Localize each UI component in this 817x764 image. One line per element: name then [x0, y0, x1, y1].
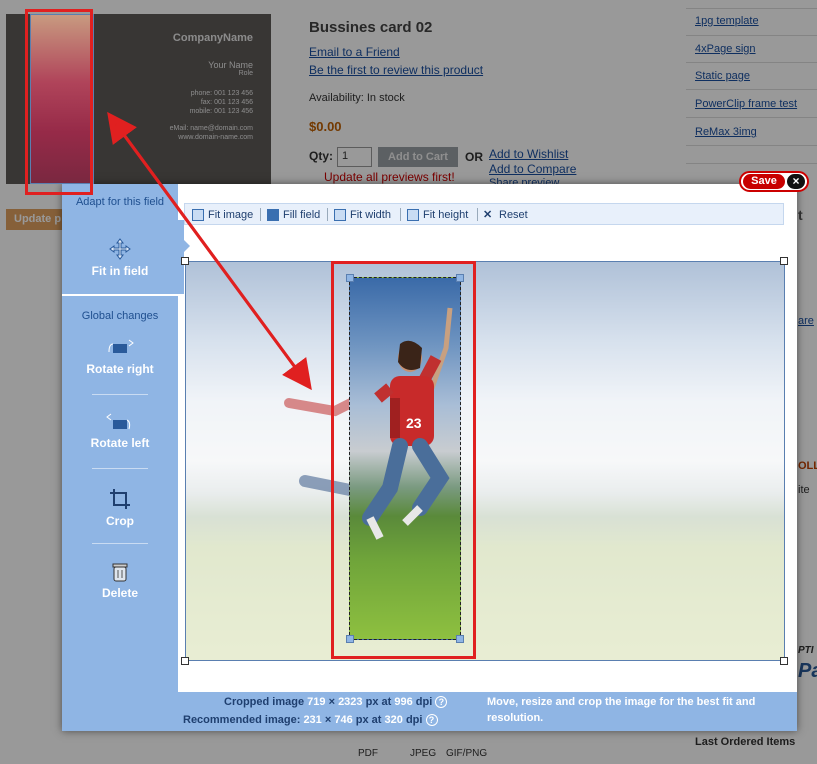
delete-button[interactable]: Delete — [62, 562, 178, 600]
cropped-info-row: Cropped image 719 × 2323 px at 996 dpi ? — [224, 694, 448, 710]
recommended-width: 231 — [303, 714, 322, 726]
cropped-height: 2323 — [338, 696, 363, 708]
fit-in-field-button[interactable]: Fit in field — [62, 238, 178, 278]
fit-image-label: Fit image — [208, 209, 254, 221]
crop-highlight-box — [331, 261, 476, 659]
fit-width-icon — [334, 209, 346, 221]
recommended-x: × — [324, 714, 332, 726]
cropped-x: × — [328, 696, 335, 708]
fill-field-icon — [267, 209, 279, 221]
move-arrows-icon — [109, 238, 131, 260]
help-icon[interactable]: ? — [425, 714, 438, 727]
card-field-highlight-box — [25, 9, 93, 195]
fit-width-label: Fit width — [350, 209, 391, 221]
recommended-dpi-label: dpi — [405, 714, 423, 726]
save-close-control: Save × — [739, 171, 809, 192]
fit-height-icon — [407, 209, 419, 221]
close-icon[interactable]: × — [787, 174, 805, 189]
fit-in-field-label: Fit in field — [91, 264, 149, 278]
rotate-left-label: Rotate left — [90, 436, 150, 450]
crop-label: Crop — [106, 514, 134, 528]
rotate-left-button[interactable]: Rotate left — [62, 412, 178, 450]
rotate-left-icon — [106, 413, 131, 430]
image-handle-top-left[interactable] — [181, 257, 189, 265]
recommended-height: 746 — [334, 714, 353, 726]
fit-width-button[interactable]: Fit width — [334, 208, 391, 222]
photo-person-figure — [284, 396, 361, 497]
editor-toolbar: Fit image Fill field Fit width Fit heigh… — [184, 203, 784, 225]
image-handle-bottom-left[interactable] — [181, 657, 189, 665]
recommended-info-row: Recommended image: 231 × 746 px at 320 d… — [183, 712, 438, 728]
reset-button[interactable]: ✕ Reset — [483, 208, 528, 222]
reset-label: Reset — [499, 209, 528, 221]
global-changes-label: Global changes — [81, 310, 159, 322]
fit-image-icon — [192, 209, 204, 221]
cropped-width: 719 — [307, 696, 326, 708]
fit-height-button[interactable]: Fit height — [407, 208, 468, 222]
trash-icon — [112, 563, 128, 582]
save-button[interactable]: Save — [743, 174, 785, 189]
cropped-dpi-value: 996 — [394, 696, 413, 708]
rotate-right-button[interactable]: Rotate right — [62, 338, 178, 376]
image-handle-top-right[interactable] — [780, 257, 788, 265]
fill-field-button[interactable]: Fill field — [267, 208, 320, 222]
crop-button[interactable]: Crop — [62, 488, 178, 528]
fill-field-label: Fill field — [283, 209, 321, 221]
rotate-right-label: Rotate right — [86, 362, 154, 376]
help-icon[interactable]: ? — [435, 696, 448, 709]
recommended-dpi-value: 320 — [384, 714, 403, 726]
recommended-label: Recommended image: — [183, 714, 301, 726]
fit-height-label: Fit height — [423, 209, 469, 221]
image-info-bar: Cropped image 719 × 2323 px at 996 dpi ?… — [178, 692, 797, 731]
cropped-label: Cropped image — [224, 696, 305, 708]
info-message: Move, resize and crop the image for the … — [487, 696, 756, 724]
crop-icon — [110, 489, 130, 509]
cropped-px-at: px at — [365, 696, 392, 708]
adapt-label: Adapt for this field — [75, 196, 165, 208]
fit-image-button[interactable]: Fit image — [192, 208, 253, 222]
rotate-right-icon — [108, 339, 134, 353]
reset-icon: ✕ — [483, 209, 493, 221]
recommended-px-at: px at — [355, 714, 382, 726]
delete-label: Delete — [101, 586, 139, 600]
cropped-dpi-label: dpi — [415, 696, 433, 708]
image-handle-bottom-right[interactable] — [780, 657, 788, 665]
